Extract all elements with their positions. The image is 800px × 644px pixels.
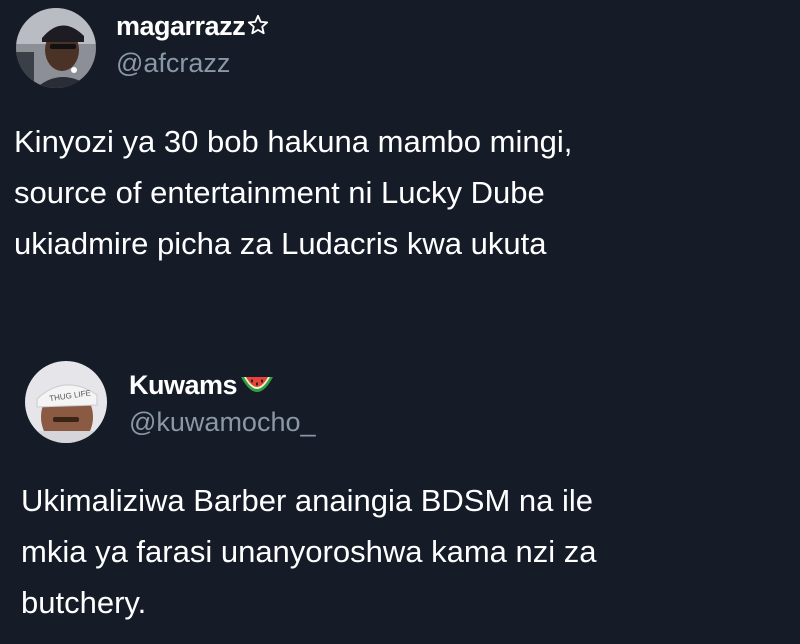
tweet-text-line: source of entertainment ni Lucky Dube bbox=[14, 175, 545, 210]
tweet-text-line: butchery. bbox=[21, 585, 147, 620]
display-name[interactable]: magarrazz bbox=[116, 11, 269, 42]
display-name-text: Kuwams bbox=[129, 370, 238, 400]
tweet-text-line: Ukimaliziwa Barber anaingia BDSM na ile bbox=[21, 483, 594, 518]
watermelon-icon bbox=[241, 377, 274, 392]
star-icon bbox=[247, 14, 269, 35]
tweet-text: Ukimaliziwa Barber anaingia BDSM na ile … bbox=[21, 475, 596, 628]
user-handle[interactable]: @kuwamocho_ bbox=[129, 407, 316, 438]
display-name-text: magarrazz bbox=[116, 11, 246, 41]
avatar-photo: THUG LIFE bbox=[25, 361, 107, 443]
avatar[interactable] bbox=[16, 8, 96, 88]
tweet-text-line: Kinyozi ya 30 bob hakuna mambo mingi, bbox=[14, 124, 573, 159]
tweet-text: Kinyozi ya 30 bob hakuna mambo mingi, so… bbox=[14, 116, 572, 269]
display-name[interactable]: Kuwams bbox=[129, 370, 275, 401]
avatar-photo bbox=[16, 8, 96, 88]
avatar[interactable]: THUG LIFE bbox=[25, 361, 107, 443]
user-handle[interactable]: @afcrazz bbox=[116, 48, 230, 79]
tweet-text-line: mkia ya farasi unanyoroshwa kama nzi za bbox=[21, 534, 597, 569]
tweet-text-line: ukiadmire picha za Ludacris kwa ukuta bbox=[14, 226, 547, 261]
